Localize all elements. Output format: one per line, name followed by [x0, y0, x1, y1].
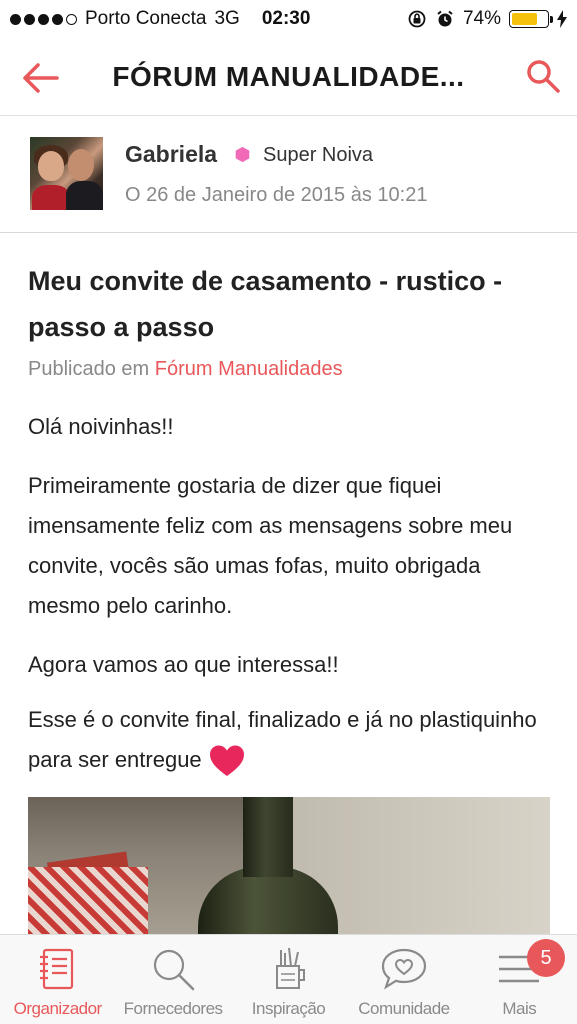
post-image[interactable]: [28, 797, 550, 937]
forum-link[interactable]: Fórum Manualidades: [155, 358, 343, 380]
status-time: 02:30: [261, 8, 311, 29]
post-paragraph: Olá noivinhas!!: [28, 414, 174, 439]
network-type: 3G: [214, 8, 240, 29]
post-date: O 26 de Janeiro de 2015 às 10:21: [125, 184, 428, 206]
bottom-tab-bar: Organizador Fornecedores Inspiração Comu…: [0, 934, 577, 1024]
magnifier-icon: [149, 945, 197, 993]
tab-inspiracao[interactable]: Inspiração: [231, 935, 346, 1024]
notebook-icon: [34, 945, 82, 993]
author-rank: Super Noiva: [263, 144, 374, 166]
charging-bolt-icon: [557, 10, 567, 28]
alarm-icon: [437, 10, 453, 27]
chat-heart-icon: [380, 945, 428, 993]
rank-badge-icon: [235, 146, 250, 163]
back-arrow-icon[interactable]: [18, 56, 62, 100]
carrier-name: Porto Conecta: [85, 8, 207, 29]
notification-badge: 5: [527, 939, 566, 977]
status-bar: Porto Conecta 3G 02:30 74%: [0, 0, 577, 38]
craft-cup-icon: [265, 945, 313, 993]
post-meta: Publicado em Fórum Manualidades: [28, 358, 343, 381]
post-paragraph: Agora vamos ao que interessa!!: [28, 652, 339, 677]
tab-mais[interactable]: Mais 5: [462, 935, 577, 1024]
tab-label: Fornecedores: [123, 999, 223, 1018]
author-name[interactable]: Gabriela: [125, 141, 217, 168]
navigation-bar: FÓRUM MANUALIDADE...: [0, 38, 577, 116]
battery-percent: 74%: [462, 8, 501, 29]
tab-organizador[interactable]: Organizador: [0, 935, 115, 1024]
heart-icon: [209, 745, 244, 777]
tab-label: Comunidade: [358, 999, 450, 1018]
tab-label: Inspiração: [251, 999, 326, 1018]
post-paragraph: Primeiramente gostaria de dizer que fiqu…: [28, 473, 513, 618]
tab-label: Mais: [502, 999, 537, 1018]
post-title: Meu convite de casamento - rustico - pas…: [28, 266, 503, 342]
post-paragraph-with-heart: Esse é o convite final, finalizado e já …: [28, 700, 558, 780]
post-paragraph-text: Esse é o convite final, finalizado e já …: [28, 707, 537, 772]
published-in-label: Publicado em: [28, 358, 150, 380]
rotation-lock-icon: [408, 10, 426, 28]
tab-fornecedores[interactable]: Fornecedores: [115, 935, 230, 1024]
page-title: FÓRUM MANUALIDADE...: [112, 60, 465, 92]
tab-comunidade[interactable]: Comunidade: [346, 935, 461, 1024]
battery-icon: [509, 10, 553, 28]
avatar[interactable]: [30, 137, 103, 210]
post-author-header: Gabriela Super Noiva O 26 de Janeiro de …: [0, 117, 577, 233]
signal-strength-icon: [10, 13, 77, 25]
search-icon[interactable]: [521, 54, 565, 98]
tab-label: Organizador: [13, 999, 103, 1018]
